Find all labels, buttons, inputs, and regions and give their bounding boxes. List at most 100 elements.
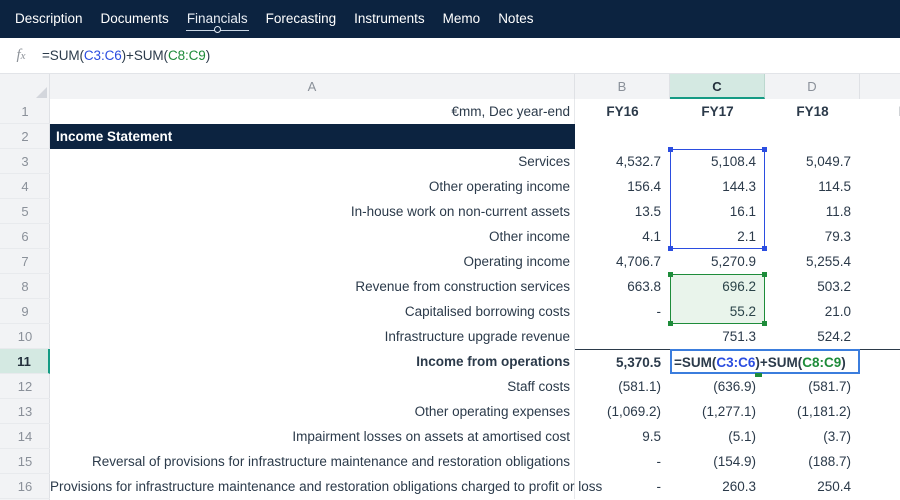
row-header-12[interactable]: 12 — [0, 374, 50, 399]
cell-a15[interactable]: Reversal of provisions for infrastructur… — [50, 449, 575, 474]
nav-tab-financials[interactable]: Financials — [178, 0, 257, 38]
cell-a3[interactable]: Services — [50, 149, 575, 174]
cell-c12[interactable]: (636.9) — [670, 374, 765, 399]
cell-d7[interactable]: 5,255.4 — [765, 249, 860, 274]
section-header-cell[interactable]: Income Statement — [50, 124, 575, 149]
nav-tab-memo[interactable]: Memo — [434, 0, 490, 38]
cell-a16[interactable]: Provisions for infrastructure maintenanc… — [50, 474, 602, 499]
cell-a12[interactable]: Staff costs — [50, 374, 575, 399]
cell-c13[interactable]: (1,277.1) — [670, 399, 765, 424]
cell-b3[interactable]: 4,532.7 — [575, 149, 670, 174]
cell-d10[interactable]: 524.2 — [765, 324, 860, 349]
cell-b7[interactable]: 4,706.7 — [575, 249, 670, 274]
row-header-10[interactable]: 10 — [0, 324, 50, 349]
nav-tab-description[interactable]: Description — [6, 0, 92, 38]
cell-c9[interactable]: 55.2 — [670, 299, 765, 324]
cell-b12[interactable]: (581.1) — [575, 374, 670, 399]
cell-b10[interactable] — [575, 324, 670, 349]
cell-d8[interactable]: 503.2 — [765, 274, 860, 299]
cell-d3[interactable]: 5,049.7 — [765, 149, 860, 174]
row-header-3[interactable]: 3 — [0, 149, 50, 174]
cell-e3[interactable]: 5 — [860, 149, 900, 174]
cell-b5[interactable]: 13.5 — [575, 199, 670, 224]
cell-a14[interactable]: Impairment losses on assets at amortised… — [50, 424, 575, 449]
cell-b14[interactable]: 9.5 — [575, 424, 670, 449]
row-header-11[interactable]: 11 — [0, 349, 50, 374]
select-all-corner[interactable] — [0, 74, 50, 99]
cell-e4[interactable] — [860, 174, 900, 199]
cell-c4[interactable]: 144.3 — [670, 174, 765, 199]
row-header-13[interactable]: 13 — [0, 399, 50, 424]
cell-d14[interactable]: (3.7) — [765, 424, 860, 449]
cell-c1[interactable]: FY17 — [670, 99, 765, 124]
cell-d13[interactable]: (1,181.2) — [765, 399, 860, 424]
cell-c14[interactable]: (5.1) — [670, 424, 765, 449]
nav-tab-notes[interactable]: Notes — [489, 0, 542, 38]
cell-e14[interactable] — [860, 424, 900, 449]
row-header-6[interactable]: 6 — [0, 224, 50, 249]
cell-d5[interactable]: 11.8 — [765, 199, 860, 224]
cell-d1[interactable]: FY18 — [765, 99, 860, 124]
cell-b16[interactable]: - — [575, 474, 670, 499]
cell-d16[interactable]: 250.4 — [765, 474, 860, 499]
cell-e6[interactable] — [860, 224, 900, 249]
column-header-a[interactable]: A — [50, 74, 575, 99]
cell-e10[interactable] — [860, 324, 900, 349]
cell-d15[interactable]: (188.7) — [765, 449, 860, 474]
cell-e8[interactable] — [860, 274, 900, 299]
cell-d9[interactable]: 21.0 — [765, 299, 860, 324]
row-header-14[interactable]: 14 — [0, 424, 50, 449]
cell-c3[interactable]: 5,108.4 — [670, 149, 765, 174]
cell-e11[interactable]: 5 — [860, 349, 900, 374]
cell-a1[interactable]: €mm, Dec year-end — [50, 99, 575, 124]
cell-c5[interactable]: 16.1 — [670, 199, 765, 224]
cell-b6[interactable]: 4.1 — [575, 224, 670, 249]
cell-a6[interactable]: Other income — [50, 224, 575, 249]
cell-b4[interactable]: 156.4 — [575, 174, 670, 199]
cell-b11[interactable]: 5,370.5 — [575, 349, 670, 374]
column-header-b[interactable]: B — [575, 74, 670, 99]
cell-c16[interactable]: 260.3 — [670, 474, 765, 499]
cell-d12[interactable]: (581.7) — [765, 374, 860, 399]
fx-icon[interactable]: fx — [0, 47, 42, 64]
cell-e13[interactable]: (1 — [860, 399, 900, 424]
row-header-16[interactable]: 16 — [0, 474, 50, 499]
nav-tab-documents[interactable]: Documents — [92, 0, 178, 38]
cell-e1[interactable]: FY — [860, 99, 900, 124]
column-header-d[interactable]: D — [765, 74, 860, 99]
row-header-7[interactable]: 7 — [0, 249, 50, 274]
cell-b9[interactable]: - — [575, 299, 670, 324]
column-header-c[interactable]: C — [670, 74, 765, 99]
cell-e9[interactable] — [860, 299, 900, 324]
row-header-4[interactable]: 4 — [0, 174, 50, 199]
cell-c6[interactable]: 2.1 — [670, 224, 765, 249]
cell-b15[interactable]: - — [575, 449, 670, 474]
formula-input[interactable]: =SUM(C3:C6)+SUM(C8:C9) — [42, 48, 900, 63]
row-header-15[interactable]: 15 — [0, 449, 50, 474]
cell-e16[interactable] — [860, 474, 900, 499]
row-header-1[interactable]: 1 — [0, 99, 50, 124]
row-header-5[interactable]: 5 — [0, 199, 50, 224]
cell-b13[interactable]: (1,069.2) — [575, 399, 670, 424]
row-header-2[interactable]: 2 — [0, 124, 50, 149]
cell-c8[interactable]: 696.2 — [670, 274, 765, 299]
row-header-9[interactable]: 9 — [0, 299, 50, 324]
cell-a4[interactable]: Other operating income — [50, 174, 575, 199]
active-tab-slider[interactable] — [185, 26, 249, 34]
cell-a13[interactable]: Other operating expenses — [50, 399, 575, 424]
cell-a8[interactable]: Revenue from construction services — [50, 274, 575, 299]
cell-e15[interactable] — [860, 449, 900, 474]
cell-a10[interactable]: Infrastructure upgrade revenue — [50, 324, 575, 349]
nav-tab-forecasting[interactable]: Forecasting — [257, 0, 346, 38]
nav-tab-instruments[interactable]: Instruments — [345, 0, 434, 38]
cell-e12[interactable] — [860, 374, 900, 399]
cell-d4[interactable]: 114.5 — [765, 174, 860, 199]
cell-editor-c11[interactable]: =SUM(C3:C6)+SUM(C8:C9) — [670, 349, 860, 374]
cell-d6[interactable]: 79.3 — [765, 224, 860, 249]
cell-a11[interactable]: Income from operations — [50, 349, 575, 374]
cell-e7[interactable]: 5 — [860, 249, 900, 274]
cell-a5[interactable]: In-house work on non-current assets — [50, 199, 575, 224]
cell-e5[interactable] — [860, 199, 900, 224]
cell-a9[interactable]: Capitalised borrowing costs — [50, 299, 575, 324]
row-header-8[interactable]: 8 — [0, 274, 50, 299]
